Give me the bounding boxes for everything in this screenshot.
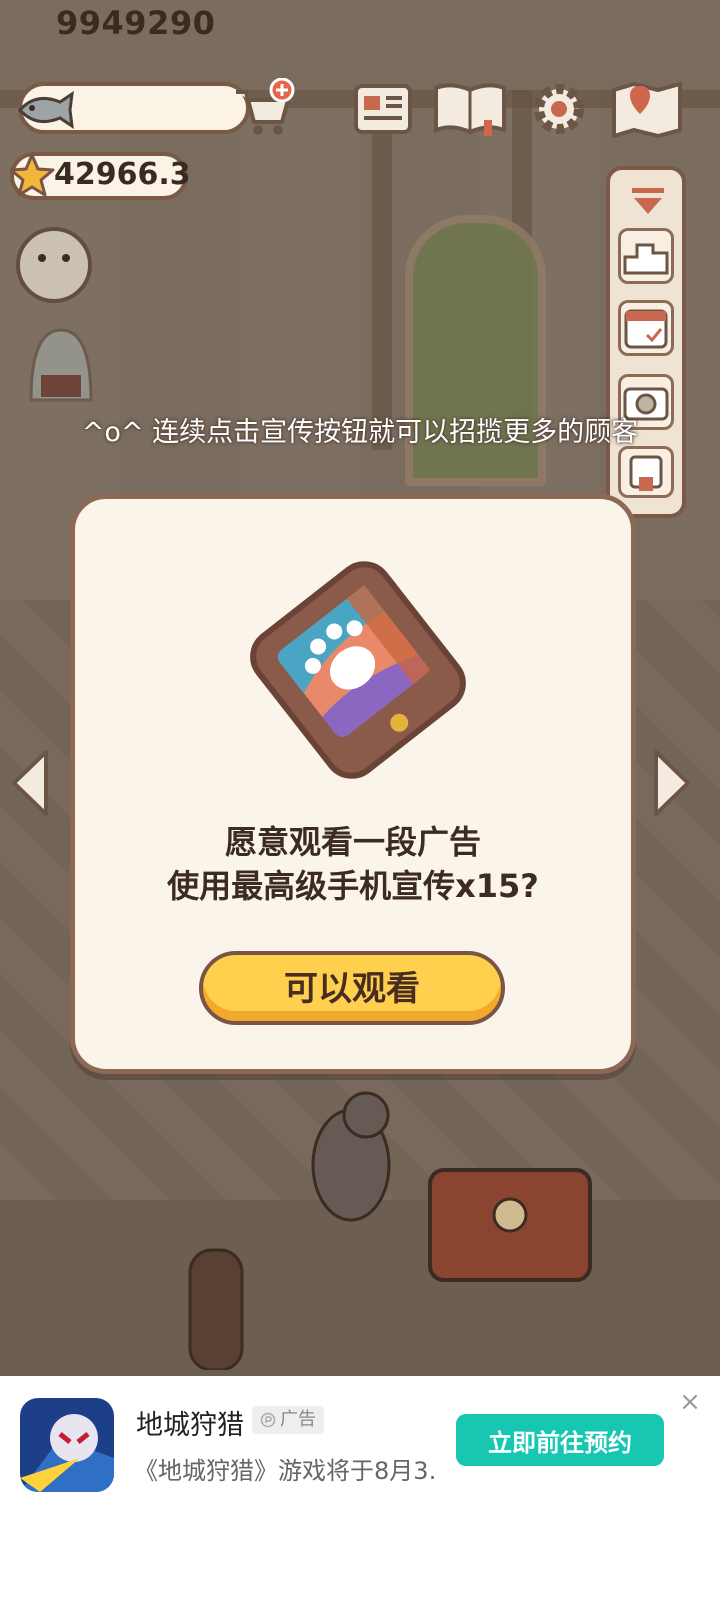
ranking-button[interactable] [618, 228, 674, 284]
ad-badge: 广告 [252, 1406, 324, 1434]
star-value: 42966.3 [54, 157, 191, 192]
calendar-button[interactable] [618, 300, 674, 356]
settings-gear-icon[interactable] [528, 80, 590, 138]
ad-cta-button[interactable]: 立即前往预约 [456, 1414, 664, 1466]
ranking-podium-icon [623, 243, 669, 275]
collapse-arrow-icon[interactable] [630, 186, 666, 218]
star-icon [9, 153, 55, 197]
ad-mark-icon [260, 1412, 276, 1428]
paw-phone-icon [250, 561, 466, 779]
watch-ad-button[interactable]: 可以观看 [199, 951, 505, 1025]
dialog-message-line1: 愿意观看一段广告 [224, 823, 481, 861]
recipe-book-icon[interactable] [432, 80, 508, 138]
left-arrow-icon[interactable] [8, 748, 52, 818]
side-menu-panel [606, 166, 686, 518]
ad-app-icon[interactable] [20, 1398, 114, 1492]
fish-coin-counter [17, 82, 250, 134]
right-arrow-icon[interactable] [650, 748, 694, 818]
notice-board-icon[interactable] [352, 80, 414, 138]
map-icon[interactable] [610, 80, 684, 138]
watch-ad-button-label: 可以观看 [284, 968, 420, 1009]
ad-description: 《地城狩猎》游戏将于8月3… [134, 1457, 434, 1485]
hint-text: ^o^ 连续点击宣传按钮就可以招揽更多的顾客 [81, 417, 639, 448]
fish-icon [17, 90, 74, 130]
dialog-message-line2: 使用最高级手机宣传x15? [167, 867, 539, 905]
ad-badge-label: 广告 [280, 1409, 316, 1430]
fish-coin-value: 9949290 [56, 4, 216, 42]
calendar-check-icon [624, 309, 668, 349]
cart-add-icon[interactable] [232, 78, 296, 138]
close-icon[interactable]: × [676, 1388, 704, 1416]
game-character-icon [20, 1398, 114, 1492]
ad-title: 地城狩猎 [136, 1410, 244, 1441]
decor-button[interactable] [618, 446, 674, 498]
decor-icon [629, 455, 663, 491]
watch-ad-dialog: 愿意观看一段广告 使用最高级手机宣传x15? 可以观看 [70, 494, 636, 1074]
